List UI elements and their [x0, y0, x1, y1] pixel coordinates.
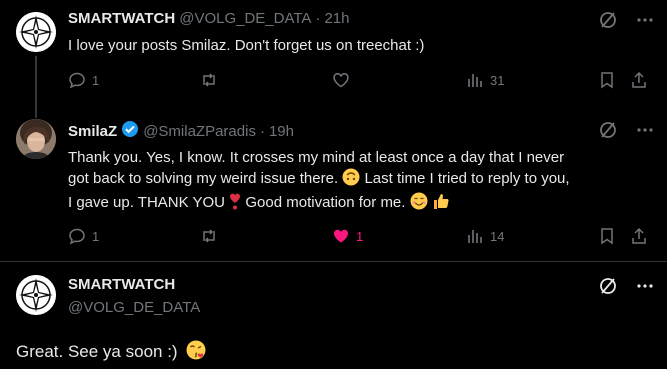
reply-icon: [69, 228, 85, 245]
user-handle[interactable]: @VOLG_DE_DATA: [179, 10, 311, 28]
more-options-icon[interactable]: [636, 277, 654, 295]
more-options-icon[interactable]: [636, 11, 654, 29]
like-button[interactable]: [332, 71, 350, 89]
tweet-text-line: I gave up. THANK YOU Good motivation for…: [68, 192, 663, 216]
separator-dot: ·: [259, 122, 265, 140]
grok-icon[interactable]: [598, 276, 618, 296]
profile-photo-icon: [16, 119, 56, 159]
tweet-text: Thank you. Yes, I know. It crosses my mi…: [68, 147, 663, 216]
views-button[interactable]: 31: [466, 71, 504, 89]
reply-count: 1: [92, 228, 100, 244]
exclamation-heart-emoji-icon: [229, 192, 241, 216]
like-button[interactable]: 1: [332, 227, 363, 245]
avatar[interactable]: [16, 12, 56, 52]
views-button[interactable]: 14: [466, 227, 504, 245]
grok-icon[interactable]: [598, 10, 618, 30]
repost-icon: [203, 229, 215, 243]
thumbs-up-emoji-icon: [432, 192, 450, 216]
analytics-icon: [468, 74, 482, 87]
share-button[interactable]: [630, 71, 648, 89]
thread-line-top: [35, 112, 37, 118]
timestamp[interactable]: 19h: [269, 123, 294, 141]
user-handle[interactable]: @VOLG_DE_DATA: [68, 299, 200, 317]
tweet-3-focused[interactable]: SMARTWATCH @VOLG_DE_DATA Great. See ya s…: [0, 262, 667, 369]
smiling-face-emoji-icon: [410, 192, 428, 216]
upside-down-face-emoji-icon: [342, 168, 360, 192]
avatar[interactable]: [16, 119, 56, 159]
tweet-text-line: Thank you. Yes, I know. It crosses my mi…: [68, 149, 565, 166]
more-options-icon[interactable]: [636, 121, 654, 139]
separator-dot: ·: [315, 10, 321, 27]
like-count: 1: [356, 228, 364, 244]
tweet-1[interactable]: SMARTWATCH @VOLG_DE_DATA · 21h I love yo…: [0, 0, 667, 112]
tweet-text-line: got back to solving my weird issue there…: [68, 168, 663, 192]
grok-icon[interactable]: [598, 120, 618, 140]
user-handle[interactable]: @SmilaZParadis: [143, 123, 256, 141]
bookmark-button[interactable]: [598, 227, 616, 245]
display-name[interactable]: SmilaZ: [68, 123, 117, 141]
repost-button[interactable]: [200, 71, 218, 89]
repost-icon: [203, 73, 215, 87]
tweet-text: Great. See ya soon :): [16, 340, 206, 366]
view-count: 14: [490, 228, 505, 244]
share-button[interactable]: [630, 227, 648, 245]
reply-count: 1: [92, 72, 100, 88]
repost-button[interactable]: [200, 227, 218, 245]
verified-badge-icon[interactable]: [121, 120, 139, 143]
reply-button[interactable]: 1: [68, 227, 99, 245]
timestamp[interactable]: 21h: [324, 10, 349, 28]
reply-button[interactable]: 1: [68, 71, 99, 89]
bookmark-icon: [601, 72, 613, 89]
kissing-heart-emoji-icon: [186, 340, 206, 366]
bookmark-icon: [601, 228, 613, 245]
bookmark-button[interactable]: [598, 71, 616, 89]
tweet-2[interactable]: SmilaZ @SmilaZParadis · 19h Thank you. Y…: [0, 112, 667, 262]
display-name[interactable]: SMARTWATCH: [68, 276, 175, 294]
analytics-icon: [468, 230, 482, 243]
thread-line: [35, 56, 37, 112]
display-name[interactable]: SMARTWATCH: [68, 10, 175, 28]
reply-icon: [69, 72, 85, 89]
tweet-text: I love your posts Smilaz. Don't forget u…: [68, 37, 425, 54]
view-count: 31: [490, 72, 505, 88]
share-icon: [632, 71, 646, 88]
share-icon: [632, 227, 646, 244]
heart-filled-icon: [334, 229, 348, 243]
compass-logo-icon: [16, 275, 56, 315]
compass-logo-icon: [16, 12, 56, 52]
avatar[interactable]: [16, 275, 56, 315]
heart-icon: [333, 73, 349, 88]
